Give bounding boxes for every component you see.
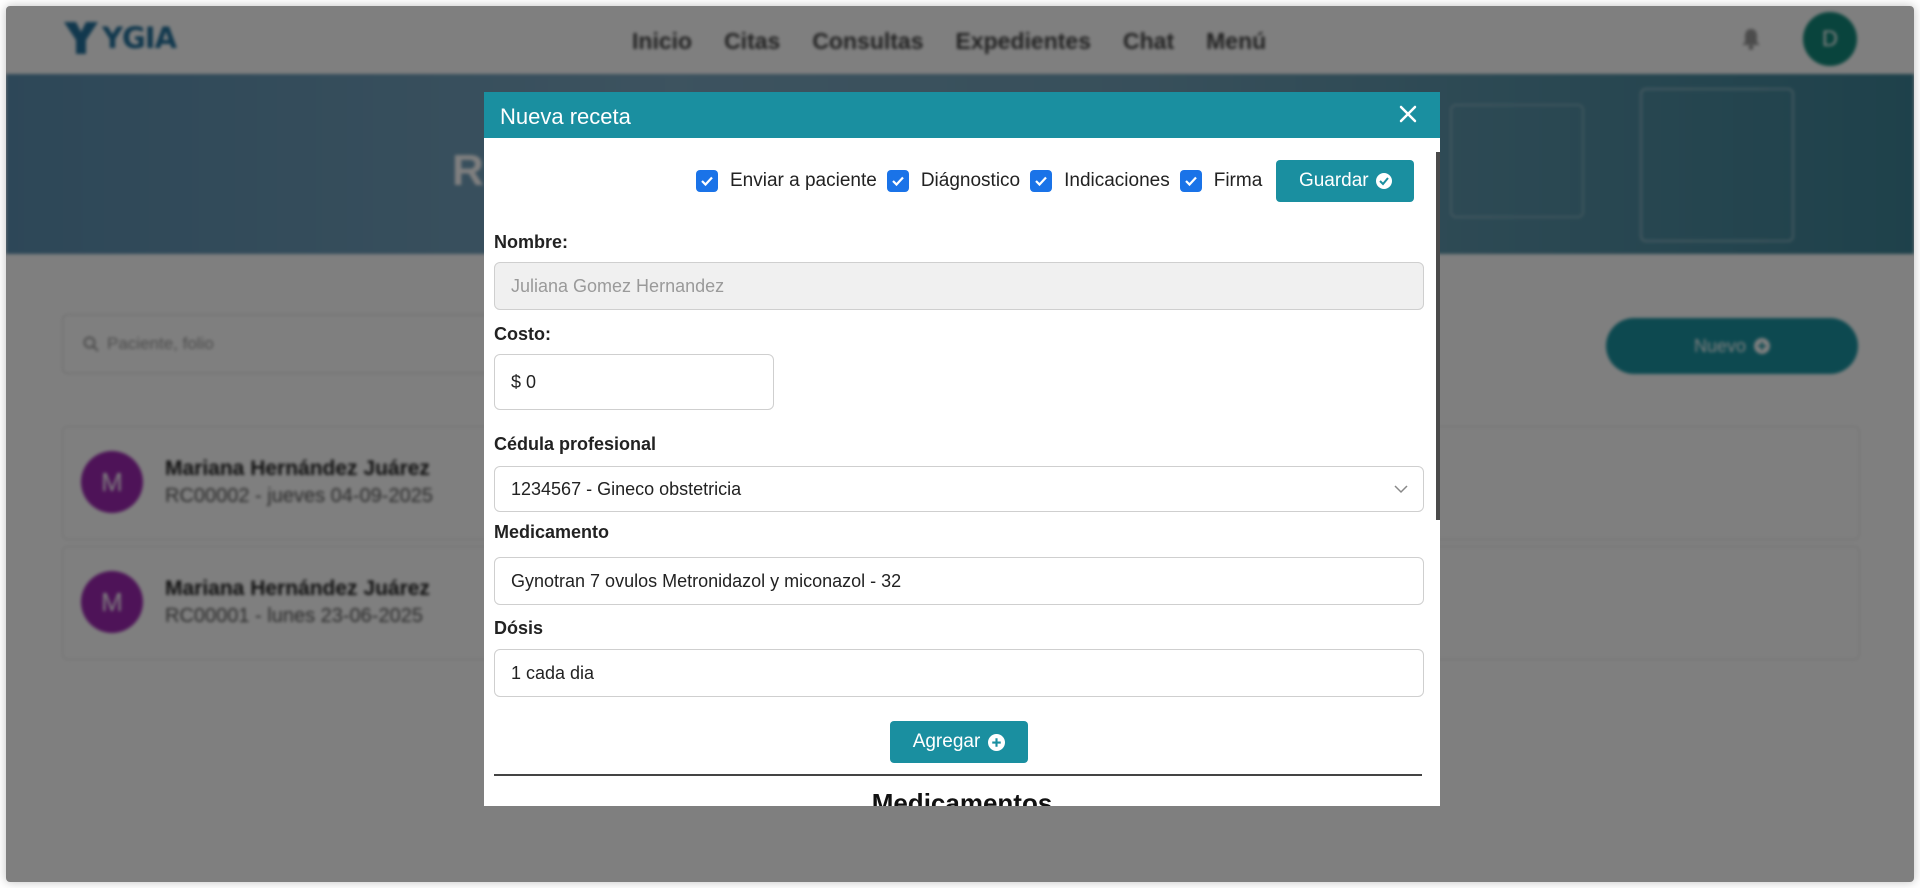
dialog-toolbar: Enviar a paciente Diágnostico Indicacion… (696, 160, 1415, 202)
dosis-value: 1 cada dia (511, 662, 595, 683)
checkbox-enviar-paciente[interactable]: Enviar a paciente (696, 170, 877, 192)
divider (494, 774, 1422, 776)
dosis-field[interactable]: 1 cada dia (494, 649, 1424, 697)
costo-value: $ 0 (511, 371, 537, 392)
checkbox-diagnostico[interactable]: Diágnostico (886, 170, 1021, 192)
app-window: YGIA Inicio Citas Consultas Expedientes … (6, 6, 1914, 882)
checkbox-label: Enviar a paciente (730, 170, 877, 191)
checkbox-checked-icon (1030, 170, 1053, 192)
check-circle-icon (1375, 173, 1392, 189)
checkbox-label: Firma (1213, 170, 1263, 191)
new-recipe-dialog: Nueva receta Enviar a paciente Diágnosti… (484, 92, 1440, 806)
dialog-header: Nueva receta (484, 92, 1440, 138)
medicamento-value: Gynotran 7 ovulos Metronidazol y miconaz… (511, 570, 902, 591)
dosis-label: Dósis (494, 618, 544, 638)
checkbox-firma[interactable]: Firma (1179, 170, 1263, 192)
medicamento-field[interactable]: Gynotran 7 ovulos Metronidazol y miconaz… (494, 557, 1424, 605)
save-button[interactable]: Guardar (1276, 160, 1415, 202)
costo-field[interactable]: $ 0 (494, 354, 774, 410)
cedula-select[interactable]: 1234567 - Gineco obstetricia (494, 466, 1424, 512)
checkbox-checked-icon (696, 170, 718, 192)
nombre-field[interactable]: Juliana Gomez Hernandez (494, 262, 1424, 310)
checkbox-checked-icon (1179, 170, 1202, 192)
dialog-scrollbar[interactable] (1436, 152, 1440, 520)
costo-label: Costo: (494, 324, 551, 344)
add-button-label: Agregar (912, 731, 981, 752)
close-icon[interactable] (1396, 102, 1420, 126)
medicamentos-section-title: Medicamentos (871, 788, 1053, 806)
checkbox-indicaciones[interactable]: Indicaciones (1030, 170, 1170, 192)
cedula-value: 1234567 - Gineco obstetricia (511, 478, 742, 499)
cedula-label: Cédula profesional (494, 434, 657, 454)
plus-circle-icon (988, 733, 1006, 751)
checkbox-label: Diágnostico (920, 170, 1021, 191)
add-button[interactable]: Agregar (890, 721, 1028, 763)
chevron-down-icon (1394, 485, 1408, 494)
checkbox-checked-icon (886, 170, 909, 192)
nombre-value: Juliana Gomez Hernandez (511, 275, 725, 296)
nombre-label: Nombre: (494, 232, 569, 252)
checkbox-label: Indicaciones (1064, 170, 1170, 191)
dialog-title: Nueva receta (500, 104, 631, 129)
save-button-label: Guardar (1298, 170, 1369, 191)
medicamento-label: Medicamento (494, 522, 610, 542)
